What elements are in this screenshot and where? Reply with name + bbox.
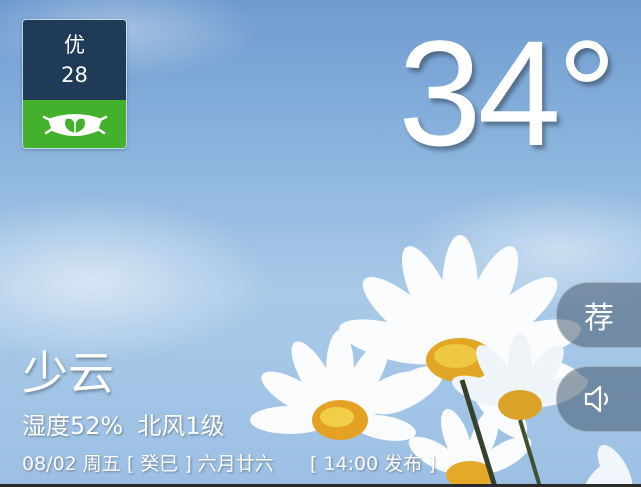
recommend-label: 荐 <box>584 301 614 336</box>
leaf-mask-icon <box>42 114 107 136</box>
aqi-info: 优 28 <box>23 20 126 100</box>
wind-text: 北风1级 <box>137 412 225 440</box>
weather-condition: 少云 <box>22 346 114 400</box>
air-quality-badge[interactable]: 优 28 <box>22 19 127 149</box>
sound-button[interactable] <box>556 366 641 432</box>
humidity-wind-line: 湿度52% 北风1级 <box>22 410 225 442</box>
aqi-value: 28 <box>61 63 88 87</box>
date-publish-line: 08/02 周五 [ 癸巳 ] 六月廿六 [ 14:00 发布 ] <box>22 453 436 475</box>
aqi-level: 优 <box>64 33 85 57</box>
speaker-icon <box>584 385 609 413</box>
current-temperature: 34° <box>398 9 617 177</box>
recommend-button[interactable]: 荐 <box>556 282 641 348</box>
humidity-text: 湿度52% <box>22 412 124 440</box>
aqi-status-bar <box>23 100 126 148</box>
